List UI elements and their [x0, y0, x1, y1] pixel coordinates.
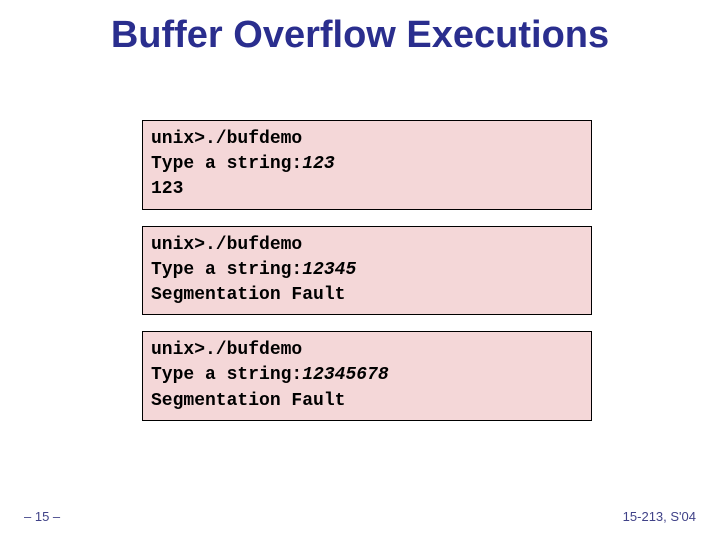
- term-input: 12345678: [302, 365, 388, 385]
- page-number: – 15 –: [24, 509, 60, 524]
- term-type-label: Type a string:: [151, 154, 302, 174]
- term-prompt: unix>./bufdemo: [151, 235, 302, 255]
- term-input: 123: [302, 154, 334, 174]
- terminal-run: unix>./bufdemo Type a string:12345 Segme…: [142, 226, 592, 316]
- terminal-run: unix>./bufdemo Type a string:12345678 Se…: [142, 331, 592, 421]
- term-prompt: unix>./bufdemo: [151, 129, 302, 149]
- term-type-label: Type a string:: [151, 260, 302, 280]
- term-type-label: Type a string:: [151, 365, 302, 385]
- term-input: 12345: [302, 260, 356, 280]
- term-prompt: unix>./bufdemo: [151, 340, 302, 360]
- terminal-run: unix>./bufdemo Type a string:123 123: [142, 120, 592, 210]
- term-output: Segmentation Fault: [151, 391, 345, 411]
- term-output: Segmentation Fault: [151, 285, 345, 305]
- course-tag: 15-213, S'04: [623, 509, 696, 524]
- term-output: 123: [151, 179, 183, 199]
- slide-title: Buffer Overflow Executions: [0, 14, 720, 57]
- terminal-examples: unix>./bufdemo Type a string:123 123 uni…: [142, 120, 592, 437]
